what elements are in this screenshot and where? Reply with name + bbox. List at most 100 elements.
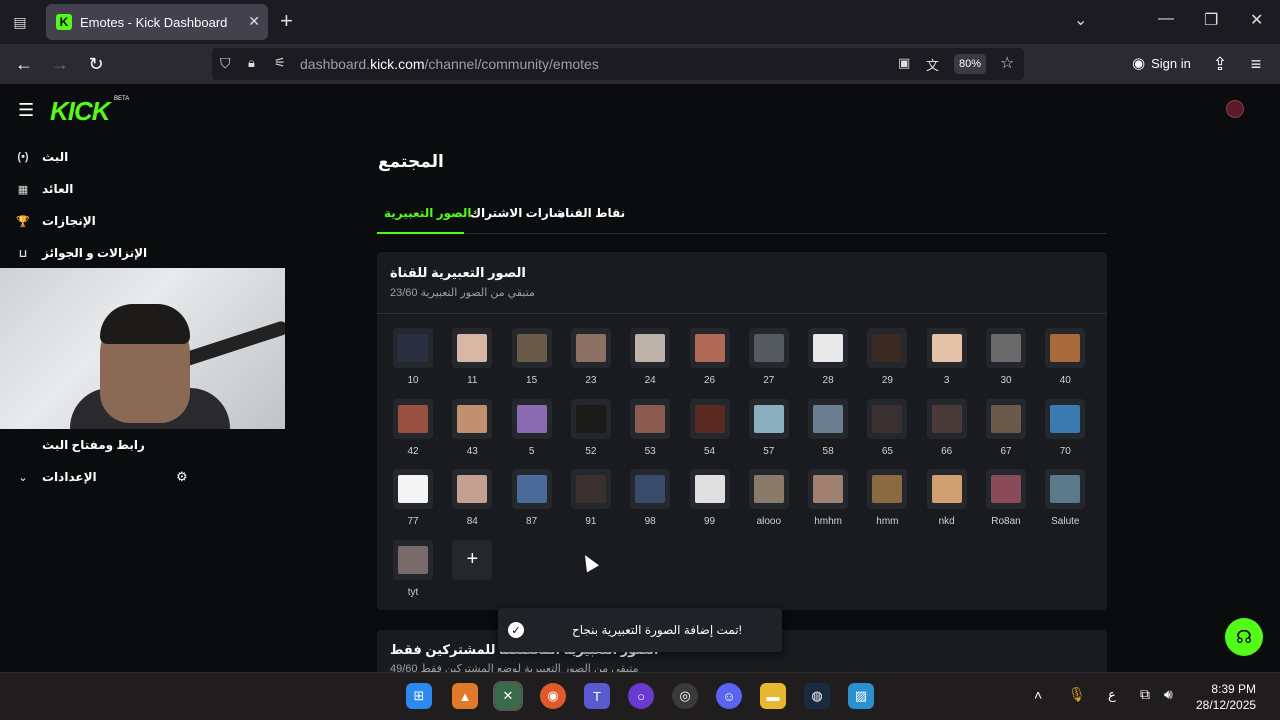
volume-icon[interactable]: 🔊︎: [1164, 686, 1173, 703]
emote-thumbnail[interactable]: [393, 328, 433, 368]
teams-icon[interactable]: T: [584, 683, 610, 709]
excel-icon[interactable]: ✕: [493, 681, 523, 711]
emote-item[interactable]: 30: [983, 328, 1029, 388]
emote-thumbnail[interactable]: [511, 328, 552, 368]
minimize-icon[interactable]: —: [1158, 10, 1174, 28]
emote-thumbnail[interactable]: [630, 398, 671, 439]
discord-icon[interactable]: ☺: [716, 683, 742, 709]
sidebar-item-achievements[interactable]: 🏆 الإنجازات: [0, 208, 200, 234]
emote-thumbnail[interactable]: [926, 328, 967, 368]
browser-tab[interactable]: K Emotes - Kick Dashboard ✕: [46, 4, 268, 40]
tab-list-icon[interactable]: ▤: [8, 10, 32, 34]
tab-emotes[interactable]: الصور التعبيرية: [384, 206, 472, 220]
emote-thumbnail[interactable]: [808, 328, 849, 368]
photos-icon[interactable]: ▨: [848, 683, 874, 709]
extensions-icon[interactable]: ⇪: [1208, 52, 1232, 76]
emote-thumbnail[interactable]: [393, 398, 433, 439]
emote-thumbnail[interactable]: [867, 469, 908, 509]
window-close-icon[interactable]: ✕: [1250, 10, 1263, 30]
emote-item[interactable]: 99: [687, 469, 733, 529]
sidebar-item-stream-key[interactable]: رابط ومفتاح البث: [0, 432, 200, 458]
emote-item[interactable]: tyt: [390, 539, 436, 600]
emote-item[interactable]: alooo: [746, 469, 792, 529]
emote-thumbnail[interactable]: [986, 469, 1026, 509]
emote-thumbnail[interactable]: [393, 469, 433, 509]
url-bar[interactable]: ⛉ 🔒︎ ⚟ dashboard.kick.com/channel/commun…: [212, 48, 1024, 80]
steam-icon[interactable]: ◍: [804, 683, 830, 709]
sidebar-item-stream[interactable]: (•) البث: [0, 144, 200, 170]
emote-item[interactable]: 77: [390, 469, 436, 529]
emote-thumbnail[interactable]: [1045, 328, 1086, 368]
emote-item[interactable]: Ro8an: [983, 469, 1029, 529]
add-emote-button[interactable]: +: [452, 539, 493, 580]
back-arrow-icon[interactable]: ←: [12, 52, 36, 76]
app-menu-icon[interactable]: ≡: [1244, 52, 1268, 76]
reader-view-icon[interactable]: ▣: [898, 55, 910, 71]
emote-thumbnail[interactable]: [926, 469, 967, 509]
microphone-icon[interactable]: 🎙︎: [1068, 686, 1086, 703]
sidebar-item-drops[interactable]: ⊔ الإنزالات و الجوائز: [0, 240, 200, 266]
emote-item[interactable]: 27: [746, 328, 792, 388]
permissions-icon[interactable]: ⚟: [274, 55, 286, 71]
emote-thumbnail[interactable]: [570, 398, 611, 439]
forward-arrow-icon[interactable]: →: [48, 52, 72, 76]
emote-thumbnail[interactable]: [511, 398, 552, 439]
translate-icon[interactable]: 文: [926, 55, 939, 74]
emote-item[interactable]: 23: [568, 328, 614, 388]
emote-item[interactable]: 26: [687, 328, 733, 388]
emote-thumbnail[interactable]: [986, 328, 1026, 368]
zoom-level[interactable]: 80%: [954, 54, 986, 74]
emote-thumbnail[interactable]: [748, 328, 789, 368]
emote-item[interactable]: 3: [924, 328, 970, 388]
emote-thumbnail[interactable]: [1045, 469, 1086, 509]
emote-item[interactable]: 42: [390, 398, 436, 459]
emote-item[interactable]: 84: [449, 469, 495, 529]
emote-item[interactable]: Salute: [1042, 469, 1088, 529]
emote-item[interactable]: 24: [627, 328, 673, 388]
emote-item[interactable]: 53: [627, 398, 673, 459]
obs-icon[interactable]: ◎: [672, 683, 698, 709]
emote-item[interactable]: 28: [805, 328, 851, 388]
emote-thumbnail[interactable]: [808, 398, 849, 439]
file-explorer-icon[interactable]: ▬: [760, 683, 786, 709]
tab-close-icon[interactable]: ✕: [248, 13, 260, 30]
sidebar-item-revenue[interactable]: ▦ العائد: [0, 176, 200, 202]
tab-overflow-chevron-icon[interactable]: ⌄: [1074, 10, 1087, 30]
emote-item[interactable]: 70: [1042, 398, 1088, 459]
app-circle-icon[interactable]: ○: [628, 683, 654, 709]
emote-thumbnail[interactable]: [452, 328, 493, 368]
emote-thumbnail[interactable]: [748, 469, 789, 509]
lock-icon[interactable]: 🔒︎: [248, 55, 255, 71]
input-language[interactable]: ع: [1108, 687, 1116, 703]
support-chat-button[interactable]: ☊: [1225, 618, 1263, 656]
emote-thumbnail[interactable]: [867, 398, 908, 439]
user-avatar[interactable]: [1226, 100, 1244, 118]
emote-item[interactable]: 58: [805, 398, 851, 459]
tab-subscriber-badges[interactable]: شارات الاشتراك: [470, 206, 565, 220]
new-tab-icon[interactable]: +: [280, 10, 293, 32]
emote-thumbnail[interactable]: [1045, 398, 1086, 439]
windows-start-icon[interactable]: ⊞: [406, 683, 432, 709]
emote-item[interactable]: 10: [390, 328, 436, 388]
reload-icon[interactable]: ↻: [84, 52, 108, 76]
app-a-icon[interactable]: ▲: [452, 683, 478, 709]
tab-channel-points[interactable]: نقاط القناة: [558, 206, 625, 220]
emote-item[interactable]: 5: [509, 398, 555, 459]
emote-thumbnail[interactable]: [452, 398, 493, 439]
sidebar-item-settings[interactable]: ⌄ الإعدادات ⚙: [0, 464, 200, 490]
emote-thumbnail[interactable]: [748, 398, 789, 439]
emote-item[interactable]: 54: [687, 398, 733, 459]
emote-thumbnail[interactable]: [689, 398, 730, 439]
network-icon[interactable]: ⧉: [1140, 686, 1150, 703]
menu-toggle-icon[interactable]: ☰: [18, 100, 34, 121]
emote-item[interactable]: 43: [449, 398, 495, 459]
emote-thumbnail[interactable]: [808, 469, 849, 509]
emote-thumbnail[interactable]: [570, 328, 611, 368]
emote-thumbnail[interactable]: [452, 469, 493, 509]
emote-item[interactable]: 91: [568, 469, 614, 529]
emote-item[interactable]: 15: [509, 328, 555, 388]
sign-in-button[interactable]: ◉ Sign in: [1132, 54, 1191, 72]
emote-thumbnail[interactable]: [511, 469, 552, 509]
restore-icon[interactable]: ❐: [1204, 10, 1218, 30]
emote-item[interactable]: hmm: [864, 469, 910, 529]
